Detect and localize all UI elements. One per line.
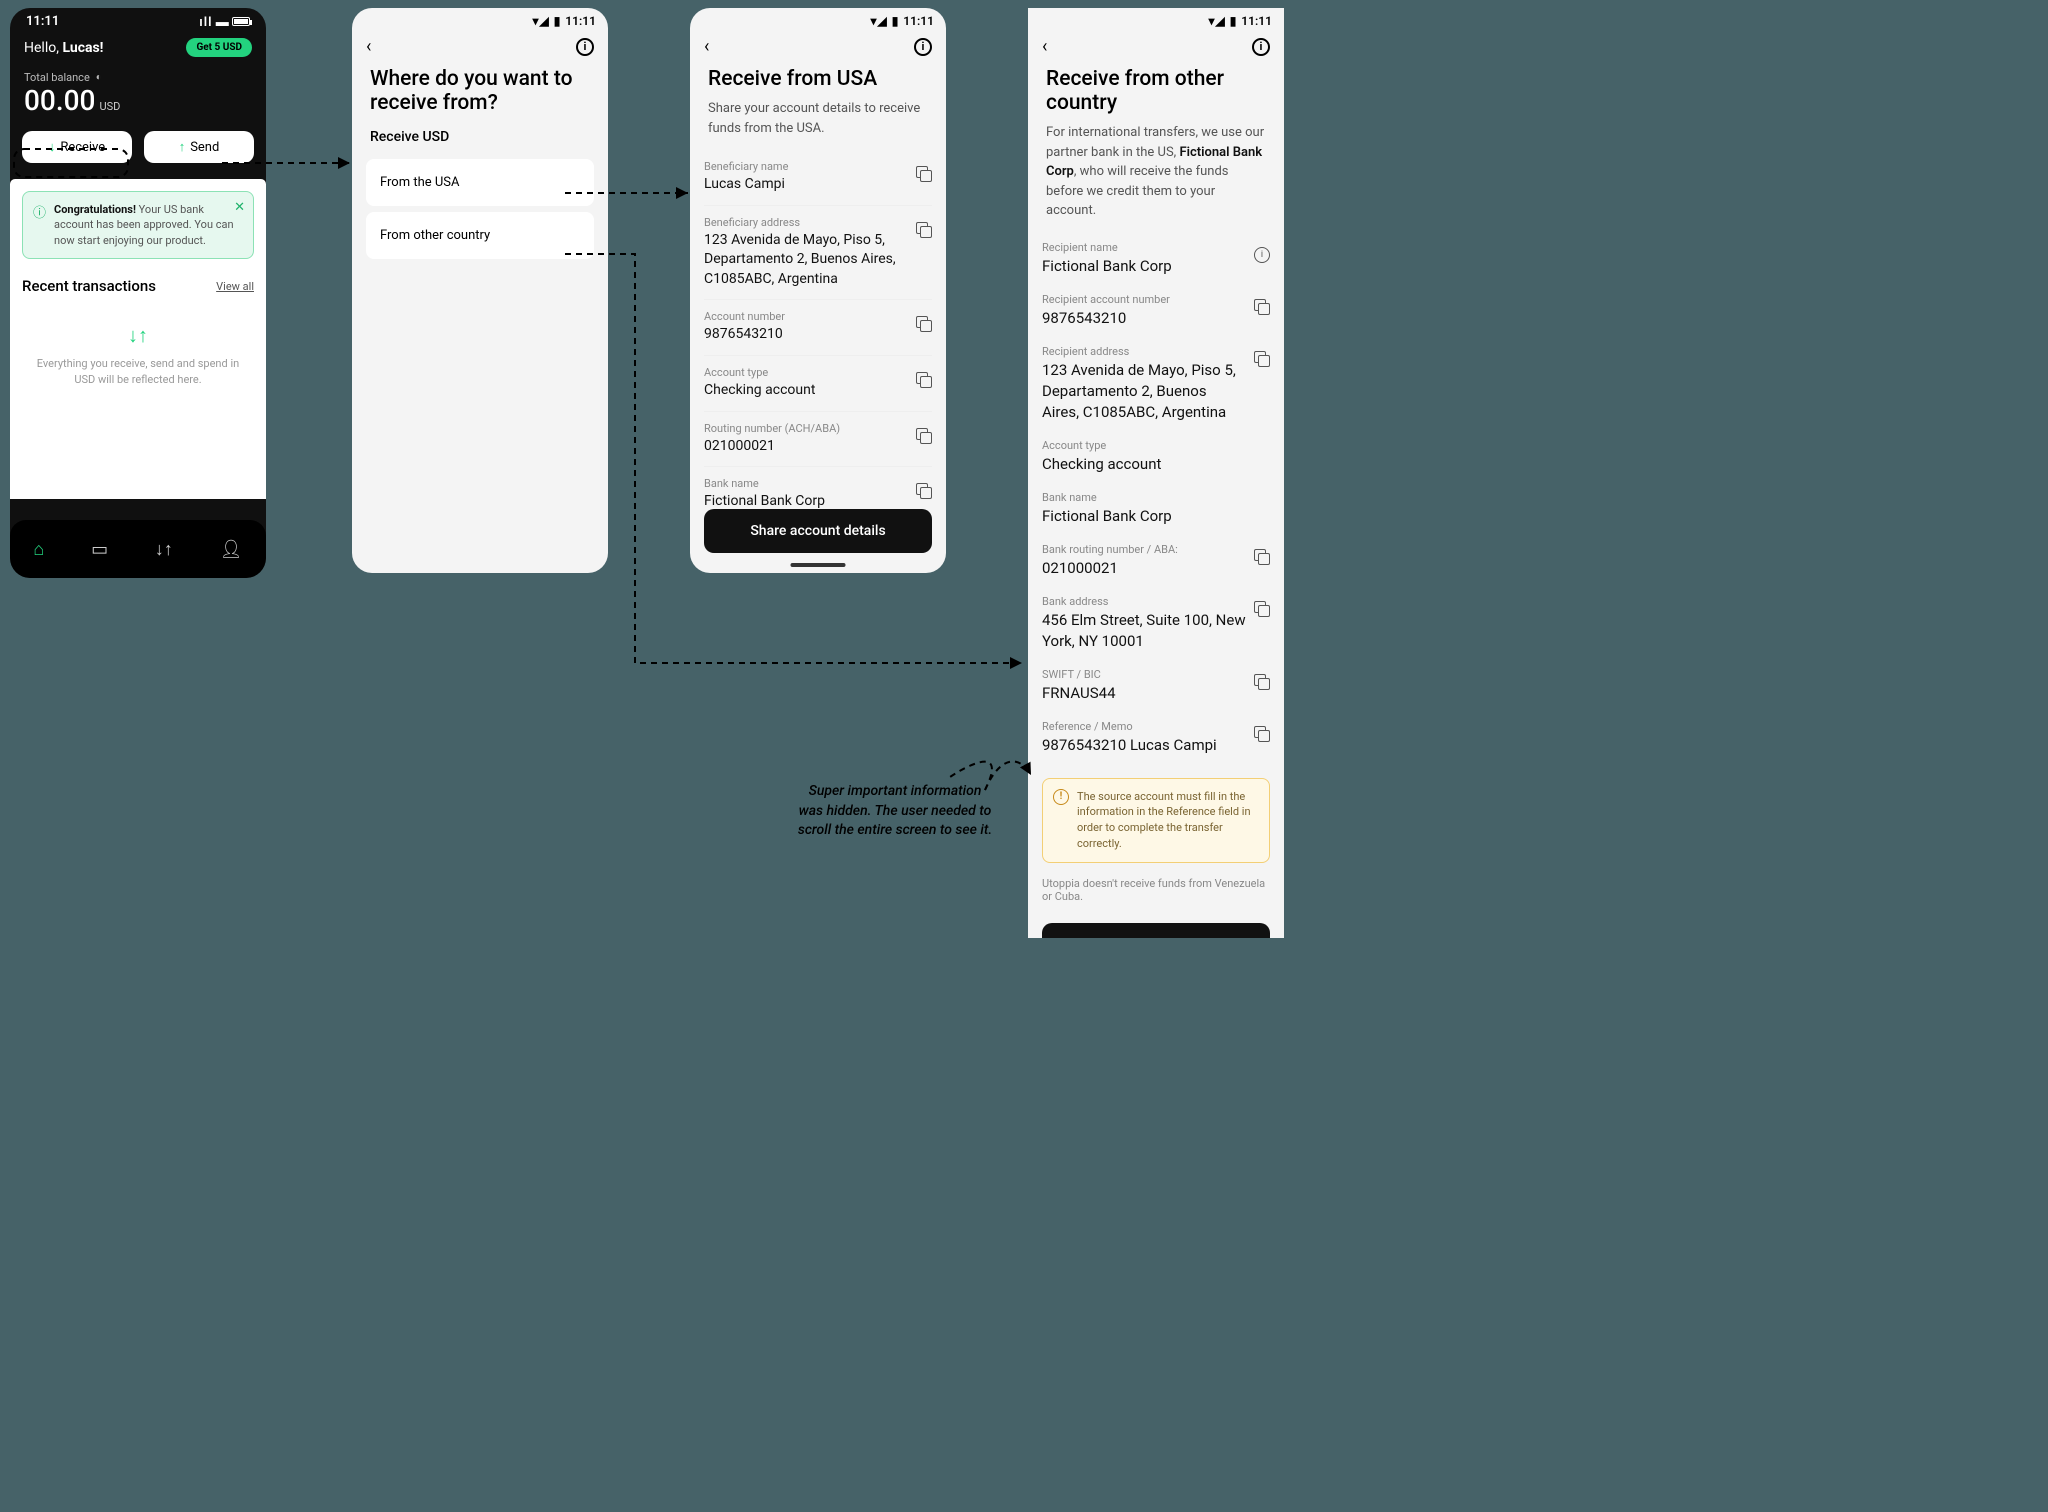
- balance-label-row: Total balance ◐: [10, 57, 266, 84]
- copy-icon[interactable]: [916, 316, 932, 332]
- field-value: FRNAUS44: [1042, 683, 1246, 704]
- field-value: Lucas Campi: [704, 175, 908, 195]
- share-button[interactable]: Share account details: [1042, 923, 1270, 938]
- field-value: Checking account: [704, 381, 908, 401]
- receive-button[interactable]: ↓Receive: [22, 131, 132, 163]
- balance-amount: 00.00USD: [10, 84, 266, 131]
- arrow-down-icon: ↓: [49, 139, 56, 155]
- greeting-row: Hello, Lucas! Get 5 USD: [10, 32, 266, 57]
- balance-label: Total balance: [24, 71, 90, 84]
- status-bar: ▾◢ ▮11:11: [352, 8, 608, 30]
- info-icon[interactable]: i: [1254, 247, 1270, 263]
- back-icon[interactable]: ‹: [704, 36, 709, 57]
- field-label: Account type: [704, 366, 908, 379]
- status-icons: ıll ▬: [199, 14, 250, 30]
- field-value: 9876543210 Lucas Campi: [1042, 735, 1246, 756]
- copy-icon[interactable]: [916, 222, 932, 238]
- congrats-banner: ⓘ Congratulations! Your US bank account …: [22, 191, 254, 259]
- field-value: 123 Avenida de Mayo, Piso 5, Departament…: [1042, 360, 1246, 423]
- clock: 11:11: [26, 14, 59, 30]
- back-icon[interactable]: ‹: [366, 36, 371, 57]
- annotation-caption: Super important information was hidden. …: [795, 782, 995, 841]
- copy-icon[interactable]: [1254, 549, 1270, 565]
- transfer-icon: ↓↑: [36, 323, 240, 348]
- page-title: Where do you want to receive from?: [352, 67, 608, 119]
- page-title: Receive from other country: [1028, 67, 1284, 119]
- page-subtitle: Share your account details to receive fu…: [690, 95, 946, 150]
- field-label: Recipient account number: [1042, 293, 1246, 306]
- copy-icon[interactable]: [1254, 601, 1270, 617]
- promo-pill[interactable]: Get 5 USD: [186, 38, 252, 57]
- field-value: Fictional Bank Corp: [1042, 506, 1270, 527]
- field-label: Bank name: [704, 477, 908, 490]
- field-label: Recipient name: [1042, 241, 1246, 254]
- field-value: Fictional Bank Corp: [1042, 256, 1246, 277]
- screen-receive-usa: ▾◢ ▮11:11 ‹ i Receive from USA Share you…: [690, 8, 946, 573]
- field-value: 456 Elm Street, Suite 100, New York, NY …: [1042, 610, 1246, 652]
- bottom-nav: ⌂ ▭ ↓↑ 👤︎: [10, 520, 266, 578]
- field-value: 021000021: [1042, 558, 1246, 579]
- status-bar: 11:11 ıll ▬: [10, 8, 266, 32]
- status-bar: ▾◢ ▮11:11: [690, 8, 946, 30]
- send-button[interactable]: ↑Send: [144, 131, 254, 163]
- copy-icon[interactable]: [1254, 299, 1270, 315]
- field-label: Account type: [1042, 439, 1270, 452]
- copy-icon[interactable]: [1254, 674, 1270, 690]
- copy-icon[interactable]: [1254, 726, 1270, 742]
- warning-banner: ! The source account must fill in the in…: [1042, 778, 1270, 864]
- screen-receive-source: ▾◢ ▮11:11 ‹ i Where do you want to recei…: [352, 8, 608, 573]
- field-value: 9876543210: [704, 325, 908, 345]
- greeting: Hello, Lucas!: [24, 40, 103, 56]
- recent-header: Recent transactions View all: [22, 277, 254, 295]
- lower-panel: ⓘ Congratulations! Your US bank account …: [10, 179, 266, 499]
- screen-home: 11:11 ıll ▬ Hello, Lucas! Get 5 USD Tota…: [10, 8, 266, 578]
- page-title: Receive from USA: [690, 67, 946, 95]
- info-icon[interactable]: i: [1252, 38, 1270, 56]
- copy-icon[interactable]: [1254, 351, 1270, 367]
- option-from-usa[interactable]: From the USA: [366, 159, 594, 206]
- nav-card-icon[interactable]: ▭: [91, 539, 108, 560]
- share-button[interactable]: Share account details: [704, 509, 932, 553]
- status-bar: ▾◢ ▮11:11: [1028, 8, 1284, 30]
- arrow-up-icon: ↑: [179, 139, 186, 155]
- field-value: Checking account: [1042, 454, 1270, 475]
- field-label: Beneficiary name: [704, 160, 908, 173]
- nav-profile-icon[interactable]: 👤︎: [220, 539, 243, 560]
- copy-icon[interactable]: [916, 483, 932, 499]
- field-label: Bank name: [1042, 491, 1270, 504]
- page-subtitle: For international transfers, we use our …: [1028, 119, 1284, 233]
- section-label: Receive USD: [352, 119, 608, 153]
- footer-note: Utoppia doesn't receive funds from Venez…: [1028, 877, 1284, 913]
- warning-icon: !: [1053, 789, 1069, 805]
- field-value: 9876543210: [1042, 308, 1246, 329]
- field-label: SWIFT / BIC: [1042, 668, 1246, 681]
- home-indicator: [791, 563, 846, 567]
- option-from-other[interactable]: From other country: [366, 212, 594, 259]
- field-label: Recipient address: [1042, 345, 1246, 358]
- field-label: Beneficiary address: [704, 216, 908, 229]
- nav-transfer-icon[interactable]: ↓↑: [155, 539, 173, 560]
- close-icon[interactable]: ✕: [234, 200, 245, 215]
- screen-receive-other: ▾◢ ▮11:11 ‹ i Receive from other country…: [1028, 8, 1284, 938]
- field-label: Reference / Memo: [1042, 720, 1246, 733]
- info-icon[interactable]: i: [914, 38, 932, 56]
- copy-icon[interactable]: [916, 428, 932, 444]
- empty-state: ↓↑ Everything you receive, send and spen…: [22, 303, 254, 407]
- field-label: Account number: [704, 310, 908, 323]
- field-label: Routing number (ACH/ABA): [704, 422, 908, 435]
- field-label: Bank routing number / ABA:: [1042, 543, 1246, 556]
- field-value: 123 Avenida de Mayo, Piso 5, Departament…: [704, 231, 908, 290]
- copy-icon[interactable]: [916, 372, 932, 388]
- view-all-link[interactable]: View all: [216, 280, 254, 293]
- back-icon[interactable]: ‹: [1042, 36, 1047, 57]
- nav-home-icon[interactable]: ⌂: [33, 539, 44, 560]
- eye-icon[interactable]: ◐: [96, 72, 102, 83]
- field-label: Bank address: [1042, 595, 1246, 608]
- field-value: 021000021: [704, 437, 908, 457]
- copy-icon[interactable]: [916, 166, 932, 182]
- alert-icon: ⓘ: [33, 202, 46, 248]
- info-icon[interactable]: i: [576, 38, 594, 56]
